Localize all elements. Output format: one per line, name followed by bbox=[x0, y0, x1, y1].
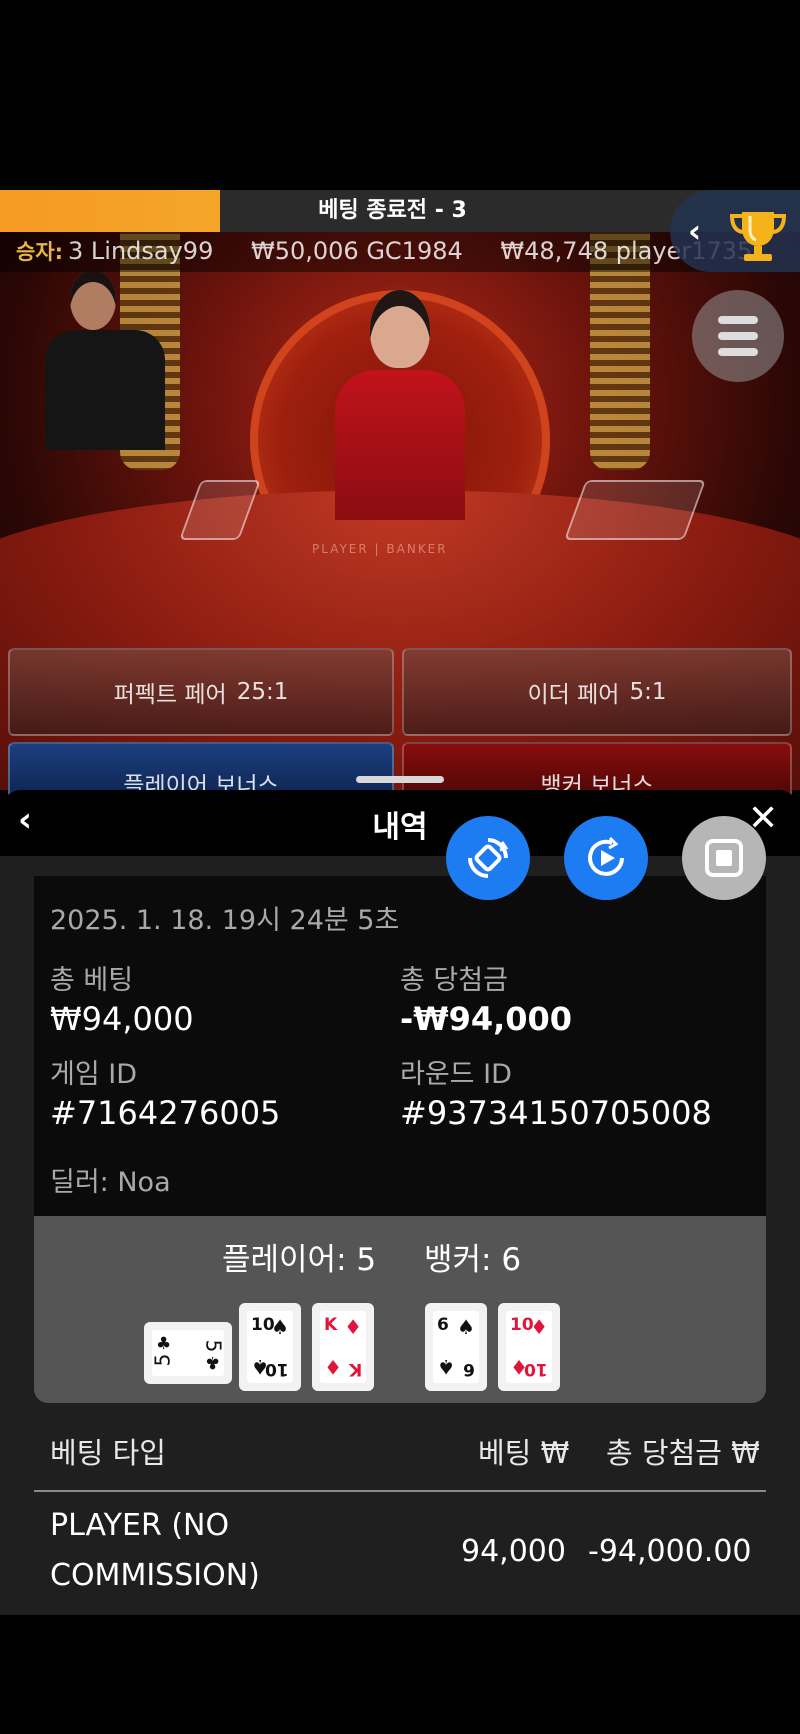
bet-spot-label: 퍼펙트 페어 bbox=[113, 682, 227, 708]
round-id-label: 라운드 ID bbox=[400, 1059, 512, 1090]
playing-card: 10 ♦ ♦ 10 bbox=[498, 1303, 560, 1391]
panel-title: 내역 bbox=[372, 810, 428, 845]
banker-score: 뱅커: 6 bbox=[424, 1242, 522, 1278]
card-suit: ♦ bbox=[324, 1355, 342, 1379]
bet-spot-either-pair[interactable]: 이더 페어 5:1 bbox=[402, 648, 792, 736]
card-suit: ♠ bbox=[271, 1315, 289, 1339]
card-rank: 10 bbox=[524, 1359, 548, 1379]
card-rank: 6 bbox=[437, 1315, 449, 1335]
stop-icon bbox=[705, 839, 743, 877]
trophy-icon[interactable] bbox=[728, 206, 788, 266]
round-result: 플레이어: 5 뱅커: 6 ♣ 5 5 ♣ 10 ♠ ♠ 10 K ♦ ♦ K … bbox=[34, 1216, 766, 1403]
bet-spot-odds: 25:1 bbox=[236, 679, 289, 705]
dealer-name: 딜러: Noa bbox=[50, 1167, 171, 1198]
card-rank: K bbox=[324, 1315, 338, 1335]
playing-card: ♣ 5 5 ♣ bbox=[144, 1322, 232, 1384]
playing-card: 6 ♠ ♠ 6 bbox=[425, 1303, 487, 1391]
card-suit: ♦ bbox=[530, 1315, 548, 1339]
total-win-value: -₩94,000 bbox=[400, 1000, 573, 1038]
total-bet-value: ₩94,000 bbox=[50, 1000, 194, 1038]
dealer-assistant bbox=[45, 270, 165, 450]
panel-header: ‹ 내역 ✕ bbox=[0, 790, 800, 856]
rotate-screen-icon bbox=[468, 838, 509, 878]
stop-button[interactable] bbox=[682, 816, 766, 900]
playing-card: 10 ♠ ♠ 10 bbox=[239, 1303, 301, 1391]
total-win-label: 총 당첨금 bbox=[400, 965, 508, 996]
bet-spot-perfect-pair[interactable]: 퍼펙트 페어 25:1 bbox=[8, 648, 394, 736]
table-divider bbox=[34, 1490, 766, 1492]
hamburger-icon-bar bbox=[718, 348, 758, 356]
winners-list: 3 Lindsay99 ₩50,006 GC1984 ₩48,748 playe… bbox=[68, 237, 760, 265]
rotate-view-button[interactable] bbox=[446, 816, 530, 900]
round-id-value: #93734150705008 bbox=[400, 1094, 712, 1132]
card-rank: 10 bbox=[265, 1359, 289, 1379]
card-suit: ♠ bbox=[457, 1315, 475, 1339]
column-header: 베팅 타입 bbox=[50, 1436, 166, 1470]
card-rank: K bbox=[348, 1359, 362, 1379]
card-rank: ♣ bbox=[156, 1334, 172, 1354]
winners-label: 승자: bbox=[16, 240, 64, 264]
column-header: 베팅 ₩ bbox=[478, 1436, 570, 1470]
hamburger-icon bbox=[718, 316, 758, 324]
winner-entry: 3 Lindsay99 bbox=[68, 237, 214, 265]
card-rank: 5 bbox=[201, 1339, 226, 1353]
card-suit: ♣ bbox=[204, 1352, 220, 1372]
card-suit: ♦ bbox=[344, 1315, 362, 1339]
total-bet-label: 총 베팅 bbox=[50, 965, 134, 996]
bet-spot-label: 이더 페어 bbox=[527, 682, 620, 708]
game-id-value: #7164276005 bbox=[50, 1094, 281, 1132]
panel-drag-handle[interactable] bbox=[356, 776, 444, 783]
card-suit: ♠ bbox=[437, 1355, 455, 1379]
round-datetime: 2025. 1. 18. 19시 24분 5초 bbox=[50, 905, 400, 936]
history-panel: ‹ 내역 ✕ 2025. 1. 18. 19시 24분 5초 총 베팅 ₩94,… bbox=[0, 790, 800, 1615]
card-shoe bbox=[564, 480, 706, 540]
chevron-left-icon[interactable]: ‹ bbox=[688, 212, 701, 250]
player-score: 플레이어: 5 bbox=[222, 1242, 377, 1278]
card-rank: 6 bbox=[463, 1359, 475, 1379]
column-header: 총 당첨금 ₩ bbox=[606, 1436, 760, 1470]
bet-type-cell: PLAYER (NO bbox=[50, 1508, 230, 1543]
menu-button[interactable] bbox=[692, 290, 784, 382]
bet-type-cell: COMMISSION) bbox=[50, 1558, 260, 1593]
dealer bbox=[320, 290, 480, 520]
game-id-label: 게임 ID bbox=[50, 1059, 138, 1090]
betting-status-text: 베팅 종료전 - 3 bbox=[318, 198, 467, 223]
bet-amount-cell: 94,000 bbox=[461, 1534, 566, 1569]
replay-button[interactable] bbox=[564, 816, 648, 900]
winner-entry: ₩50,006 GC1984 bbox=[250, 237, 463, 265]
table-print: PLAYER | BANKER bbox=[312, 542, 448, 556]
card-rank: 5 bbox=[150, 1353, 175, 1367]
hamburger-icon-bar bbox=[718, 332, 758, 340]
round-details: 2025. 1. 18. 19시 24분 5초 총 베팅 ₩94,000 총 당… bbox=[34, 876, 766, 1226]
winners-ticker: 승자: 3 Lindsay99 ₩50,006 GC1984 ₩48,748 p… bbox=[0, 232, 760, 272]
bet-spot-odds: 5:1 bbox=[629, 679, 667, 705]
win-amount-cell: -94,000.00 bbox=[588, 1534, 752, 1569]
playing-card: K ♦ ♦ K bbox=[312, 1303, 374, 1391]
replay-icon bbox=[588, 836, 624, 876]
